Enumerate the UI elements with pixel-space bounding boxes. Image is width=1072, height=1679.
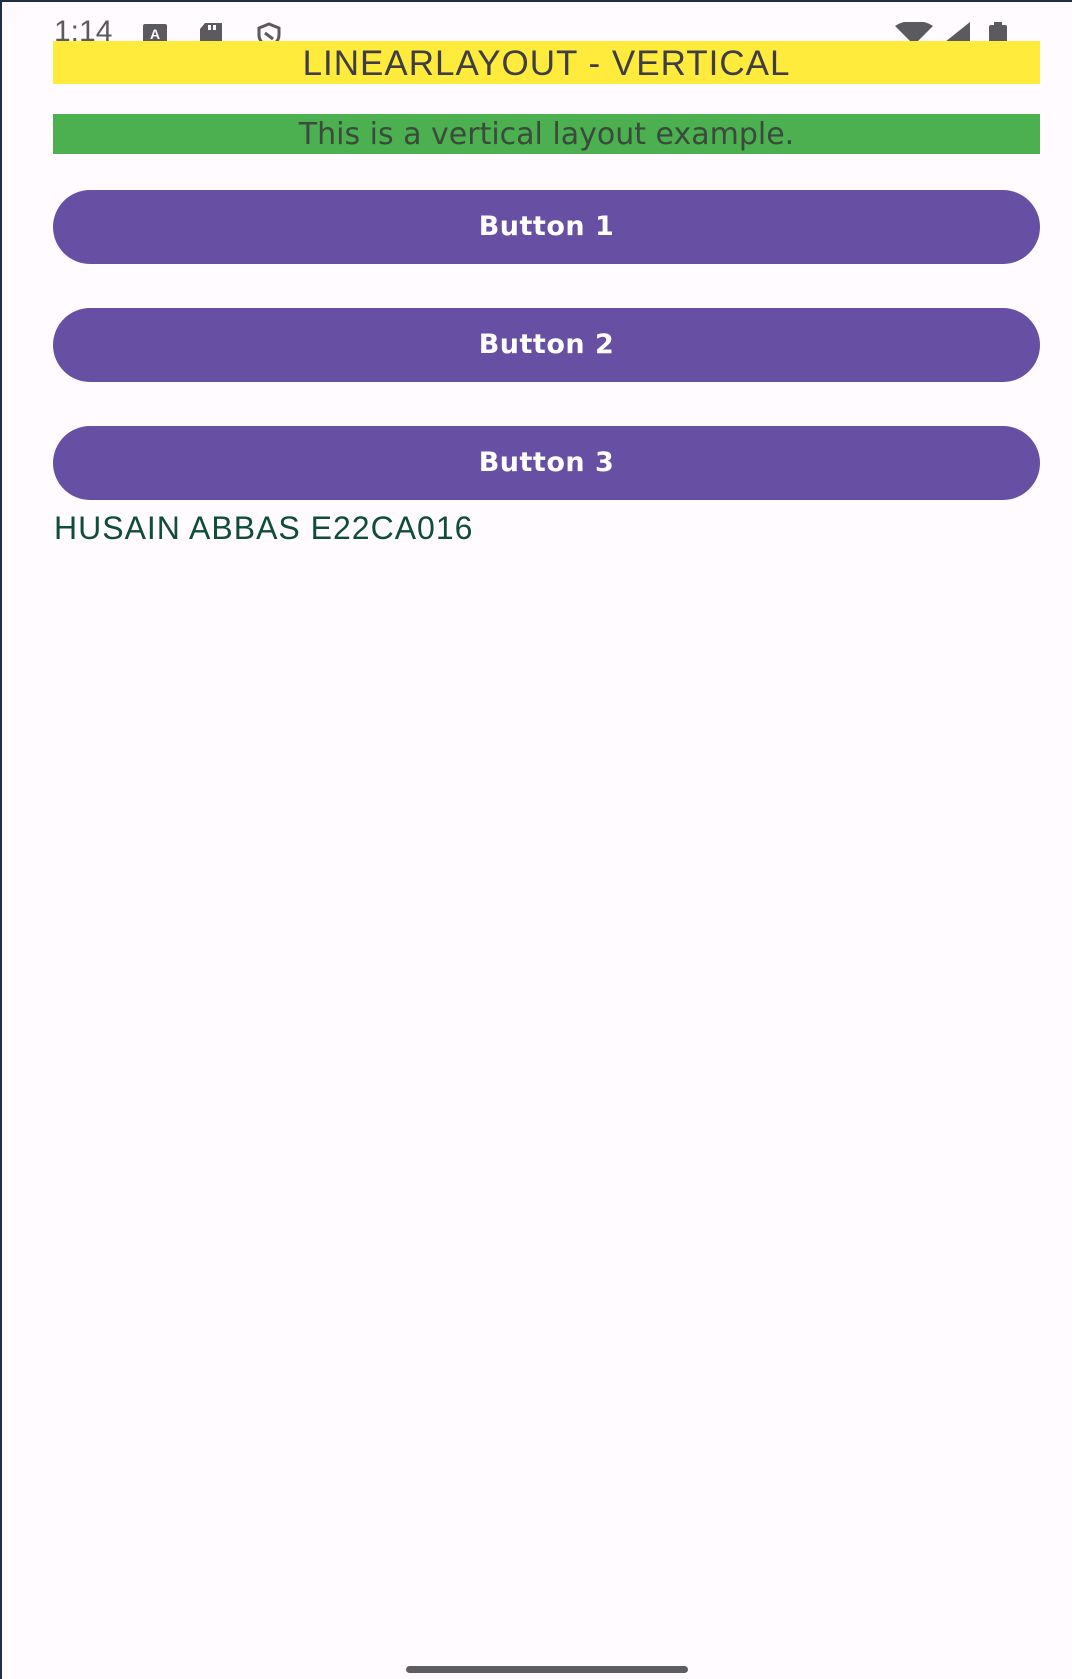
button-3[interactable]: Button 3 (53, 426, 1040, 500)
button-2[interactable]: Button 2 (53, 308, 1040, 382)
svg-text:A: A (150, 26, 160, 42)
page-title: LINEARLAYOUT - VERTICAL (53, 41, 1040, 84)
button-1[interactable]: Button 1 (53, 190, 1040, 264)
status-bar: 1:14 A (2, 2, 1072, 48)
subtitle-text: This is a vertical layout example. (53, 114, 1040, 154)
author-label: HUSAIN ABBAS E22CA016 (54, 510, 474, 546)
home-gesture-bar[interactable] (406, 1666, 688, 1673)
phone-screen: 1:14 A LINEARLAYOUT - VERTICAL This is a… (0, 0, 1072, 1679)
